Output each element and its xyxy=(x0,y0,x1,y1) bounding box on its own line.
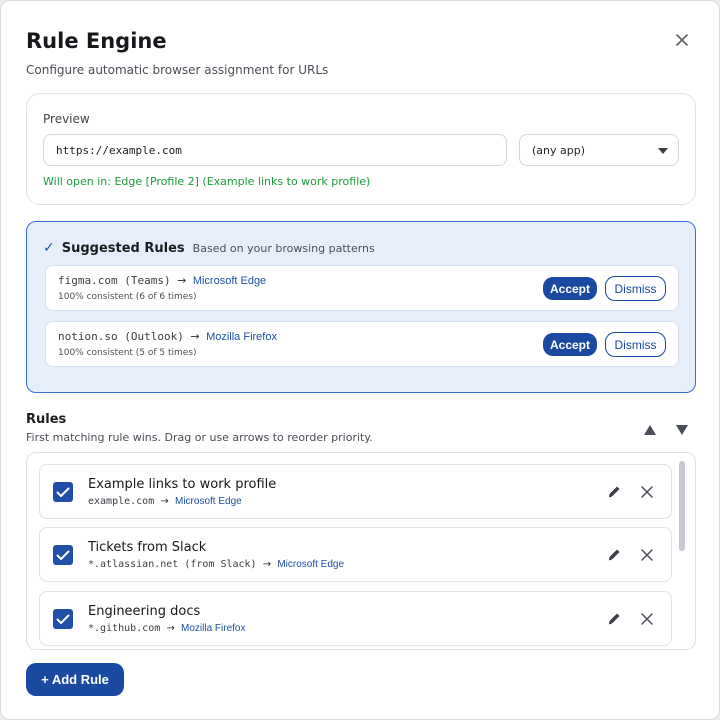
edit-icon[interactable] xyxy=(606,547,622,563)
suggestion-rule: figma.com (Teams) → Microsoft Edge xyxy=(58,274,266,287)
suggestion-consistency: 100% consistent (6 of 6 times) xyxy=(58,292,197,302)
check-icon xyxy=(56,614,70,624)
edit-icon[interactable] xyxy=(606,484,622,500)
rule-pattern: example.com → Microsoft Edge xyxy=(88,496,242,507)
suggestion-pattern: notion.so (Outlook) xyxy=(58,330,184,343)
suggestion-consistency: 100% consistent (5 of 5 times) xyxy=(58,348,197,358)
delete-icon[interactable] xyxy=(640,548,654,562)
rules-list: Example links to work profile example.co… xyxy=(26,452,696,650)
add-rule-button[interactable]: + Add Rule xyxy=(26,663,124,696)
rule-url-pattern: *.github.com xyxy=(88,623,161,634)
edit-icon[interactable] xyxy=(606,611,622,627)
dialog-title: Rule Engine xyxy=(26,29,167,53)
accept-button[interactable]: Accept xyxy=(543,277,597,300)
suggested-title: Suggested Rules xyxy=(61,241,185,256)
preview-result: Will open in: Edge [Profile 2] (Example … xyxy=(43,175,371,188)
rule-name: Tickets from Slack xyxy=(88,540,207,555)
dismiss-button[interactable]: Dismiss xyxy=(605,332,666,357)
move-up-icon[interactable] xyxy=(643,424,657,436)
chevron-down-icon xyxy=(658,148,668,154)
rule-enabled-checkbox[interactable] xyxy=(53,545,73,565)
arrow-icon: → xyxy=(160,496,169,507)
rule-pattern: *.github.com → Mozilla Firefox xyxy=(88,623,245,634)
rules-description: First matching rule wins. Drag or use ar… xyxy=(26,431,373,444)
close-icon[interactable] xyxy=(670,28,694,52)
preview-label: Preview xyxy=(43,112,90,126)
check-icon xyxy=(56,487,70,497)
suggested-header: ✓ Suggested Rules Based on your browsing… xyxy=(43,240,375,256)
arrow-icon: → xyxy=(177,274,187,287)
rule-name: Example links to work profile xyxy=(88,477,277,492)
app-select[interactable]: (any app) xyxy=(519,134,679,166)
suggested-description: Based on your browsing patterns xyxy=(192,242,375,255)
rule-url-pattern: example.com xyxy=(88,496,155,507)
arrow-icon: → xyxy=(190,330,200,343)
rules-title: Rules xyxy=(26,412,67,427)
rule-row[interactable]: Example links to work profile example.co… xyxy=(39,464,672,519)
suggestion-row: notion.so (Outlook) → Mozilla Firefox 10… xyxy=(45,321,679,367)
suggested-rules-card: ✓ Suggested Rules Based on your browsing… xyxy=(26,221,696,393)
dismiss-button[interactable]: Dismiss xyxy=(605,276,666,301)
suggestion-browser: Microsoft Edge xyxy=(192,275,267,287)
rule-url-pattern: *.atlassian.net (from Slack) xyxy=(88,559,257,570)
suggestion-pattern: figma.com (Teams) xyxy=(58,274,171,287)
dialog-subtitle: Configure automatic browser assignment f… xyxy=(26,63,329,77)
rule-browser: Mozilla Firefox xyxy=(181,623,246,634)
suggestion-row: figma.com (Teams) → Microsoft Edge 100% … xyxy=(45,265,679,311)
preview-card: Preview (any app) Will open in: Edge [Pr… xyxy=(26,93,696,205)
rule-pattern: *.atlassian.net (from Slack) → Microsoft… xyxy=(88,559,344,570)
check-icon xyxy=(56,550,70,560)
scrollbar[interactable] xyxy=(679,461,685,551)
rule-engine-dialog: Rule Engine Configure automatic browser … xyxy=(0,0,720,720)
arrow-icon: → xyxy=(262,559,272,570)
checkmark-icon: ✓ xyxy=(43,240,55,256)
rule-browser: Microsoft Edge xyxy=(277,559,345,570)
accept-button[interactable]: Accept xyxy=(543,333,597,356)
arrow-icon: → xyxy=(166,623,175,634)
suggestion-browser: Mozilla Firefox xyxy=(206,331,277,343)
rule-enabled-checkbox[interactable] xyxy=(53,609,73,629)
suggestion-rule: notion.so (Outlook) → Mozilla Firefox xyxy=(58,330,277,343)
rule-name: Engineering docs xyxy=(88,604,201,619)
rule-enabled-checkbox[interactable] xyxy=(53,482,73,502)
rule-row[interactable]: Engineering docs *.github.com → Mozilla … xyxy=(39,591,672,646)
preview-url-input[interactable] xyxy=(43,134,507,166)
delete-icon[interactable] xyxy=(640,612,654,626)
move-down-icon[interactable] xyxy=(675,424,689,436)
app-select-value: (any app) xyxy=(532,143,586,157)
rule-row[interactable]: Tickets from Slack *.atlassian.net (from… xyxy=(39,527,672,582)
delete-icon[interactable] xyxy=(640,485,654,499)
rule-browser: Microsoft Edge xyxy=(175,496,242,507)
